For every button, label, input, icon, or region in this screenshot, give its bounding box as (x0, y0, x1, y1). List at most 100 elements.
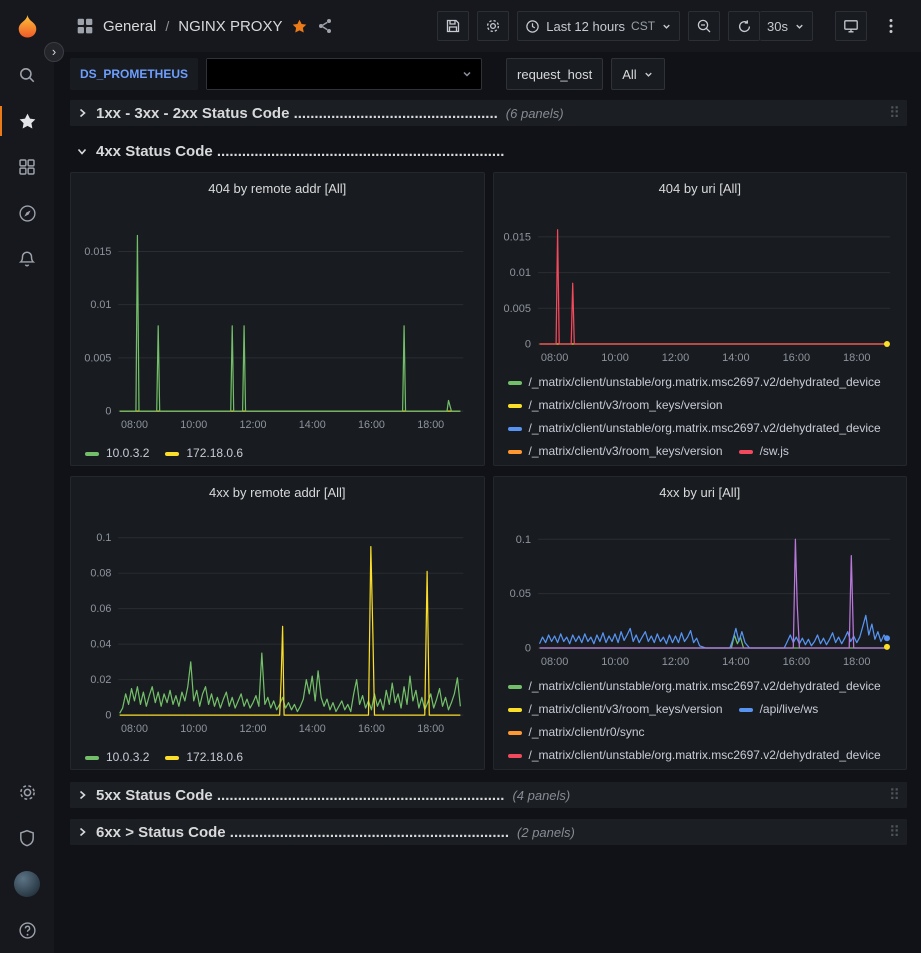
sidebar-item-alerting[interactable] (0, 236, 54, 282)
panel-header[interactable]: 404 by uri [All] (502, 177, 899, 201)
legend-series-color (508, 708, 522, 712)
legend-series-color (739, 708, 753, 712)
variable-value-redacted (207, 59, 461, 89)
kiosk-mode-button[interactable] (835, 11, 867, 41)
sidebar-item-server-admin[interactable] (0, 815, 54, 861)
legend-series-color (165, 452, 179, 456)
legend-item[interactable]: /_matrix/client/r0/sync (508, 725, 645, 740)
star-icon (18, 112, 37, 131)
panel-header[interactable]: 4xx by uri [All] (502, 481, 899, 505)
sidebar-item-dashboards[interactable] (0, 144, 54, 190)
legend-series-color (85, 452, 99, 456)
sidebar-item-configuration[interactable] (0, 769, 54, 815)
legend-series-label: 10.0.3.2 (106, 750, 149, 765)
sidebar-item-help[interactable] (0, 907, 54, 953)
save-icon (445, 18, 461, 34)
kebab-menu-icon (889, 18, 893, 34)
more-options-button[interactable] (875, 11, 907, 41)
svg-text:18:00: 18:00 (842, 656, 870, 668)
refresh-interval-picker[interactable]: 30s (760, 11, 813, 41)
legend-item[interactable]: 172.18.0.6 (165, 750, 243, 765)
svg-text:08:00: 08:00 (121, 418, 148, 430)
compass-icon (18, 204, 37, 223)
svg-text:0.02: 0.02 (90, 674, 111, 686)
sidebar-item-explore[interactable] (0, 190, 54, 236)
svg-text:14:00: 14:00 (299, 418, 326, 430)
row-6xx[interactable]: 6xx > Status Code ......................… (70, 819, 907, 845)
legend-series-color (508, 404, 522, 408)
sidebar-expand-button[interactable]: › (44, 42, 64, 62)
row-title: 6xx > Status Code ......................… (96, 824, 509, 841)
svg-text:16:00: 16:00 (358, 722, 385, 734)
legend-series-label: /_matrix/client/r0/sync (529, 725, 645, 740)
time-series-chart[interactable]: 00.0050.010.01508:0010:0012:0014:0016:00… (502, 211, 900, 366)
panel-header[interactable]: 404 by remote addr [All] (79, 177, 476, 201)
row-1xx-3xx-2xx[interactable]: 1xx - 3xx - 2xx Status Code ............… (70, 100, 907, 126)
chart-legend: 10.0.3.2 172.18.0.6 (79, 446, 476, 461)
legend-item[interactable]: /api/live/ws (739, 702, 819, 717)
bell-icon (18, 250, 36, 268)
datasource-variable-select[interactable] (206, 58, 482, 90)
legend-series-color (739, 450, 753, 454)
legend-series-color (508, 427, 522, 431)
breadcrumb-folder[interactable]: General (103, 18, 156, 35)
row-5xx[interactable]: 5xx Status Code ........................… (70, 782, 907, 808)
row-panel-count: (6 panels) (506, 106, 564, 121)
refresh-icon (737, 19, 752, 34)
svg-text:0: 0 (105, 709, 111, 721)
row-4xx[interactable]: 4xx Status Code ........................… (70, 138, 907, 164)
legend-item[interactable]: /_matrix/client/unstable/org.matrix.msc2… (508, 679, 881, 694)
svg-text:12:00: 12:00 (661, 656, 689, 668)
svg-text:0.1: 0.1 (515, 534, 530, 546)
legend-item[interactable]: /_matrix/client/v3/room_keys/version (508, 444, 723, 459)
legend-item[interactable]: 172.18.0.6 (165, 446, 243, 461)
sidebar-item-profile[interactable] (0, 861, 54, 907)
dashboard-settings-button[interactable] (477, 11, 509, 41)
refresh-button[interactable] (728, 11, 760, 41)
row-drag-handle[interactable]: ⠿ (889, 786, 901, 804)
request-host-variable-value: All (622, 67, 636, 82)
legend-item[interactable]: /_matrix/client/unstable/org.matrix.msc2… (508, 421, 881, 436)
timezone-label: CST (631, 19, 655, 33)
time-series-chart[interactable]: 00.020.040.060.080.108:0010:0012:0014:00… (79, 521, 477, 737)
share-dashboard-button[interactable] (317, 18, 333, 34)
svg-text:12:00: 12:00 (240, 722, 267, 734)
request-host-variable-select[interactable]: All (611, 58, 664, 90)
svg-text:0.04: 0.04 (90, 638, 111, 650)
time-series-chart[interactable]: 00.0050.010.01508:0010:0012:0014:0016:00… (79, 217, 477, 433)
legend-item[interactable]: 10.0.3.2 (85, 446, 149, 461)
save-dashboard-button[interactable] (437, 11, 469, 41)
legend-series-label: /_matrix/client/unstable/org.matrix.msc2… (529, 375, 881, 390)
sidebar-item-starred[interactable] (0, 98, 54, 144)
favorite-star-button[interactable] (291, 18, 308, 35)
time-range-picker[interactable]: Last 12 hours CST (517, 11, 680, 41)
svg-text:08:00: 08:00 (121, 722, 148, 734)
legend-item[interactable]: /_matrix/client/v3/room_keys/version (508, 702, 723, 717)
datasource-variable-label[interactable]: DS_PROMETHEUS (70, 58, 198, 90)
dashboard-title[interactable]: NGINX PROXY (178, 18, 282, 35)
legend-series-color (508, 450, 522, 454)
refresh-interval-label: 30s (767, 19, 788, 34)
zoom-out-time-button[interactable] (688, 11, 720, 41)
panel-404-by-remote-addr: 404 by remote addr [All] 00.0050.010.015… (70, 172, 485, 466)
row-drag-handle[interactable]: ⠿ (889, 823, 901, 841)
chart-legend: 10.0.3.2 172.18.0.6 (79, 750, 476, 765)
chevron-down-icon (794, 21, 805, 32)
clock-icon (525, 19, 540, 34)
row-drag-handle[interactable]: ⠿ (889, 104, 901, 122)
legend-item[interactable]: 10.0.3.2 (85, 750, 149, 765)
legend-series-label: /_matrix/client/unstable/org.matrix.msc2… (529, 679, 881, 694)
legend-item[interactable]: /sw.js (739, 444, 789, 459)
legend-series-label: /_matrix/client/v3/room_keys/version (529, 444, 723, 459)
time-series-chart[interactable]: 00.050.108:0010:0012:0014:0016:0018:00 (502, 515, 900, 670)
panel-header[interactable]: 4xx by remote addr [All] (79, 481, 476, 505)
legend-item[interactable]: /_matrix/client/v3/room_keys/version (508, 398, 723, 413)
dashboard-toolbar: General / NGINX PROXY (54, 0, 921, 52)
sidebar (0, 0, 54, 953)
legend-series-label: 10.0.3.2 (106, 446, 149, 461)
gear-icon (485, 18, 501, 34)
svg-text:08:00: 08:00 (540, 656, 568, 668)
legend-item[interactable]: /_matrix/client/unstable/org.matrix.msc2… (508, 748, 881, 763)
legend-item[interactable]: /_matrix/client/unstable/org.matrix.msc2… (508, 375, 881, 390)
zoom-out-icon (696, 18, 712, 34)
